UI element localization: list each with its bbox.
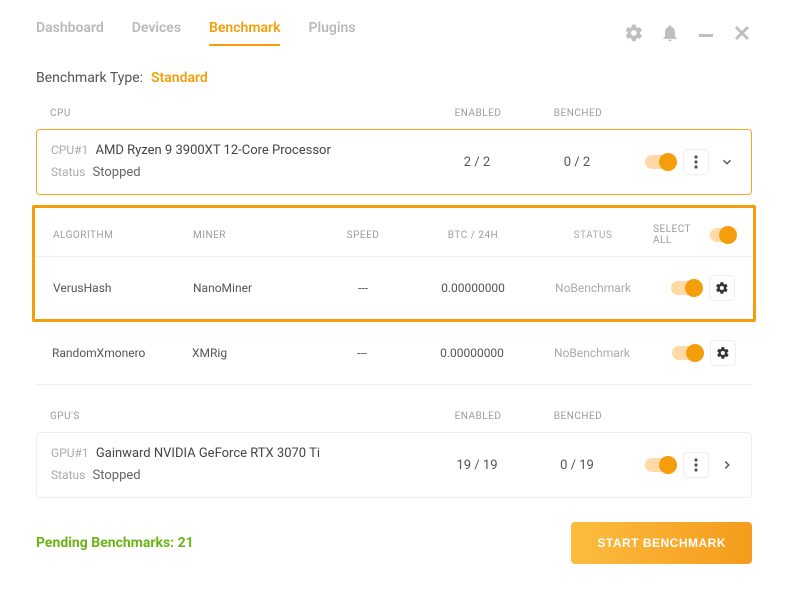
algo-settings-button[interactable]: [709, 275, 735, 301]
col-status: STATUS: [533, 230, 653, 241]
algo-btc: 0.00000000: [413, 281, 533, 295]
algo-settings-button[interactable]: [710, 340, 736, 366]
chevron-down-icon[interactable]: [717, 155, 737, 169]
col-algorithm: ALGORITHM: [53, 230, 193, 241]
cpu-more-button[interactable]: [683, 149, 709, 175]
algo-speed: ---: [313, 281, 413, 295]
cpu-section-label: CPU: [50, 108, 428, 119]
benchmark-type-value[interactable]: Standard: [151, 70, 208, 86]
algorithm-highlighted-panel: ALGORITHM MINER SPEED BTC / 24H STATUS S…: [32, 205, 756, 322]
gpu-id-label: GPU#1: [51, 446, 89, 460]
tab-dashboard[interactable]: Dashboard: [36, 20, 104, 46]
algo-status: NoBenchmark: [532, 346, 652, 360]
cpu-device-card: CPU#1 AMD Ryzen 9 3900XT 12-Core Process…: [36, 129, 752, 195]
gear-icon[interactable]: [624, 23, 644, 43]
pending-benchmarks-label: Pending Benchmarks: 21: [36, 535, 194, 551]
col-miner: MINER: [193, 230, 313, 241]
algo-miner: NanoMiner: [193, 281, 313, 295]
gpu-section-label: GPU'S: [50, 411, 428, 422]
cpu-enabled-value: 2 / 2: [427, 155, 527, 170]
select-all-label: SELECT ALL: [653, 224, 702, 246]
chevron-right-icon[interactable]: [717, 458, 737, 472]
algo-miner: XMRig: [192, 346, 312, 360]
algo-name: RandomXmonero: [52, 346, 192, 360]
algo-name: VerusHash: [53, 281, 193, 295]
gpu-status: Stopped: [93, 468, 141, 483]
gpu-device-card: GPU#1 Gainward NVIDIA GeForce RTX 3070 T…: [36, 432, 752, 498]
tab-benchmark[interactable]: Benchmark: [209, 20, 280, 46]
gpu-benched-header: BENCHED: [528, 411, 628, 422]
nav-tabs: Dashboard Devices Benchmark Plugins: [36, 20, 356, 46]
col-btc: BTC / 24H: [413, 230, 533, 241]
cpu-enabled-header: ENABLED: [428, 108, 528, 119]
bell-icon[interactable]: [660, 23, 680, 43]
cpu-name: AMD Ryzen 9 3900XT 12-Core Processor: [96, 143, 331, 158]
algo-row: RandomXmonero XMRig --- 0.00000000 NoBen…: [36, 322, 752, 385]
cpu-toggle[interactable]: [645, 155, 675, 169]
benchmark-type-label: Benchmark Type:: [36, 70, 143, 86]
gpu-toggle[interactable]: [645, 458, 675, 472]
select-all-toggle[interactable]: [710, 228, 735, 242]
col-speed: SPEED: [313, 230, 413, 241]
tab-devices[interactable]: Devices: [132, 20, 181, 46]
close-icon[interactable]: [732, 23, 752, 43]
gpu-enabled-header: ENABLED: [428, 411, 528, 422]
gpu-status-label: Status: [51, 468, 85, 482]
gpu-benched-value: 0 / 19: [527, 458, 627, 473]
gpu-more-button[interactable]: [683, 452, 709, 478]
algo-btc: 0.00000000: [412, 346, 532, 360]
gpu-name: Gainward NVIDIA GeForce RTX 3070 Ti: [96, 446, 320, 461]
tab-plugins[interactable]: Plugins: [308, 20, 355, 46]
minimize-icon[interactable]: [696, 23, 716, 43]
cpu-benched-header: BENCHED: [528, 108, 628, 119]
algo-speed: ---: [312, 346, 412, 360]
algo-status: NoBenchmark: [533, 281, 653, 295]
gpu-enabled-value: 19 / 19: [427, 458, 527, 473]
cpu-status: Stopped: [93, 165, 141, 180]
algo-row-toggle[interactable]: [671, 281, 701, 295]
algo-row-toggle[interactable]: [672, 346, 702, 360]
start-benchmark-button[interactable]: START BENCHMARK: [571, 522, 752, 564]
cpu-status-label: Status: [51, 165, 85, 179]
cpu-benched-value: 0 / 2: [527, 155, 627, 170]
algo-row: VerusHash NanoMiner --- 0.00000000 NoBen…: [35, 256, 753, 319]
cpu-id-label: CPU#1: [51, 143, 88, 157]
